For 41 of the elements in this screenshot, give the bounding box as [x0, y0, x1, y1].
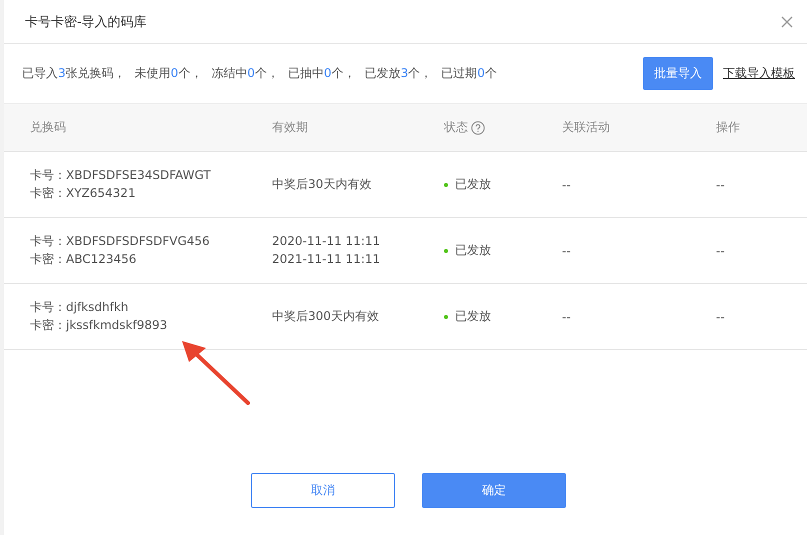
- status-text: 已发放: [455, 176, 491, 193]
- table-cell: 中奖后30天内有效: [272, 177, 372, 192]
- summary-item: 未使用0个，: [134, 65, 202, 82]
- status-text: 已发放: [455, 308, 491, 325]
- table-cell: 卡密：ABC123456: [30, 252, 136, 267]
- summary-item: 已发放3个，: [364, 65, 432, 82]
- column-header: 状态: [444, 119, 468, 136]
- column-header: 兑换码: [30, 119, 66, 136]
- table-cell: --: [562, 310, 571, 324]
- table-cell: --: [562, 178, 571, 192]
- import-button[interactable]: 批量导入: [643, 57, 713, 90]
- table-cell: 卡号：XBDFSDFSE34SDFAWGT: [30, 168, 211, 183]
- table-cell: 卡号：XBDFSDFSDFSDFVG456: [30, 234, 210, 249]
- status-dot-icon: [444, 314, 448, 318]
- confirm-button[interactable]: 确定: [422, 473, 566, 508]
- arrow-annotation: [180, 340, 252, 406]
- table-cell: 卡密：jkssfkmdskf9893: [30, 318, 168, 333]
- table-cell: --: [716, 244, 725, 258]
- summary-item: 冻结中0个，: [211, 65, 279, 82]
- column-header: 关联活动: [562, 119, 610, 136]
- summary-item: 已导入3张兑换码，: [22, 65, 126, 82]
- summary-item: 已过期0个: [441, 65, 497, 82]
- table-cell: --: [716, 178, 725, 192]
- table-cell: 2020-11-11 11:11: [272, 234, 380, 249]
- table-cell: --: [562, 244, 571, 258]
- status-dot-icon: [444, 248, 448, 252]
- status-dot-icon: [444, 182, 448, 186]
- table-cell: 卡号：djfksdhfkh: [30, 300, 128, 315]
- status-text: 已发放: [455, 242, 491, 259]
- table-cell: 卡密：XYZ654321: [30, 186, 136, 201]
- download-template-link[interactable]: 下载导入模板: [723, 65, 795, 82]
- summary-item: 已抽中0个，: [288, 65, 356, 82]
- dialog-title: 卡号卡密-导入的码库: [25, 14, 147, 30]
- table-cell: 2021-11-11 11:11: [272, 252, 380, 267]
- table-cell: --: [716, 310, 725, 324]
- help-icon[interactable]: [471, 120, 485, 134]
- table-cell: 中奖后300天内有效: [272, 309, 379, 324]
- cancel-button[interactable]: 取消: [251, 473, 395, 508]
- close-icon[interactable]: [781, 16, 793, 28]
- column-header: 有效期: [272, 119, 308, 136]
- column-header: 操作: [716, 119, 740, 136]
